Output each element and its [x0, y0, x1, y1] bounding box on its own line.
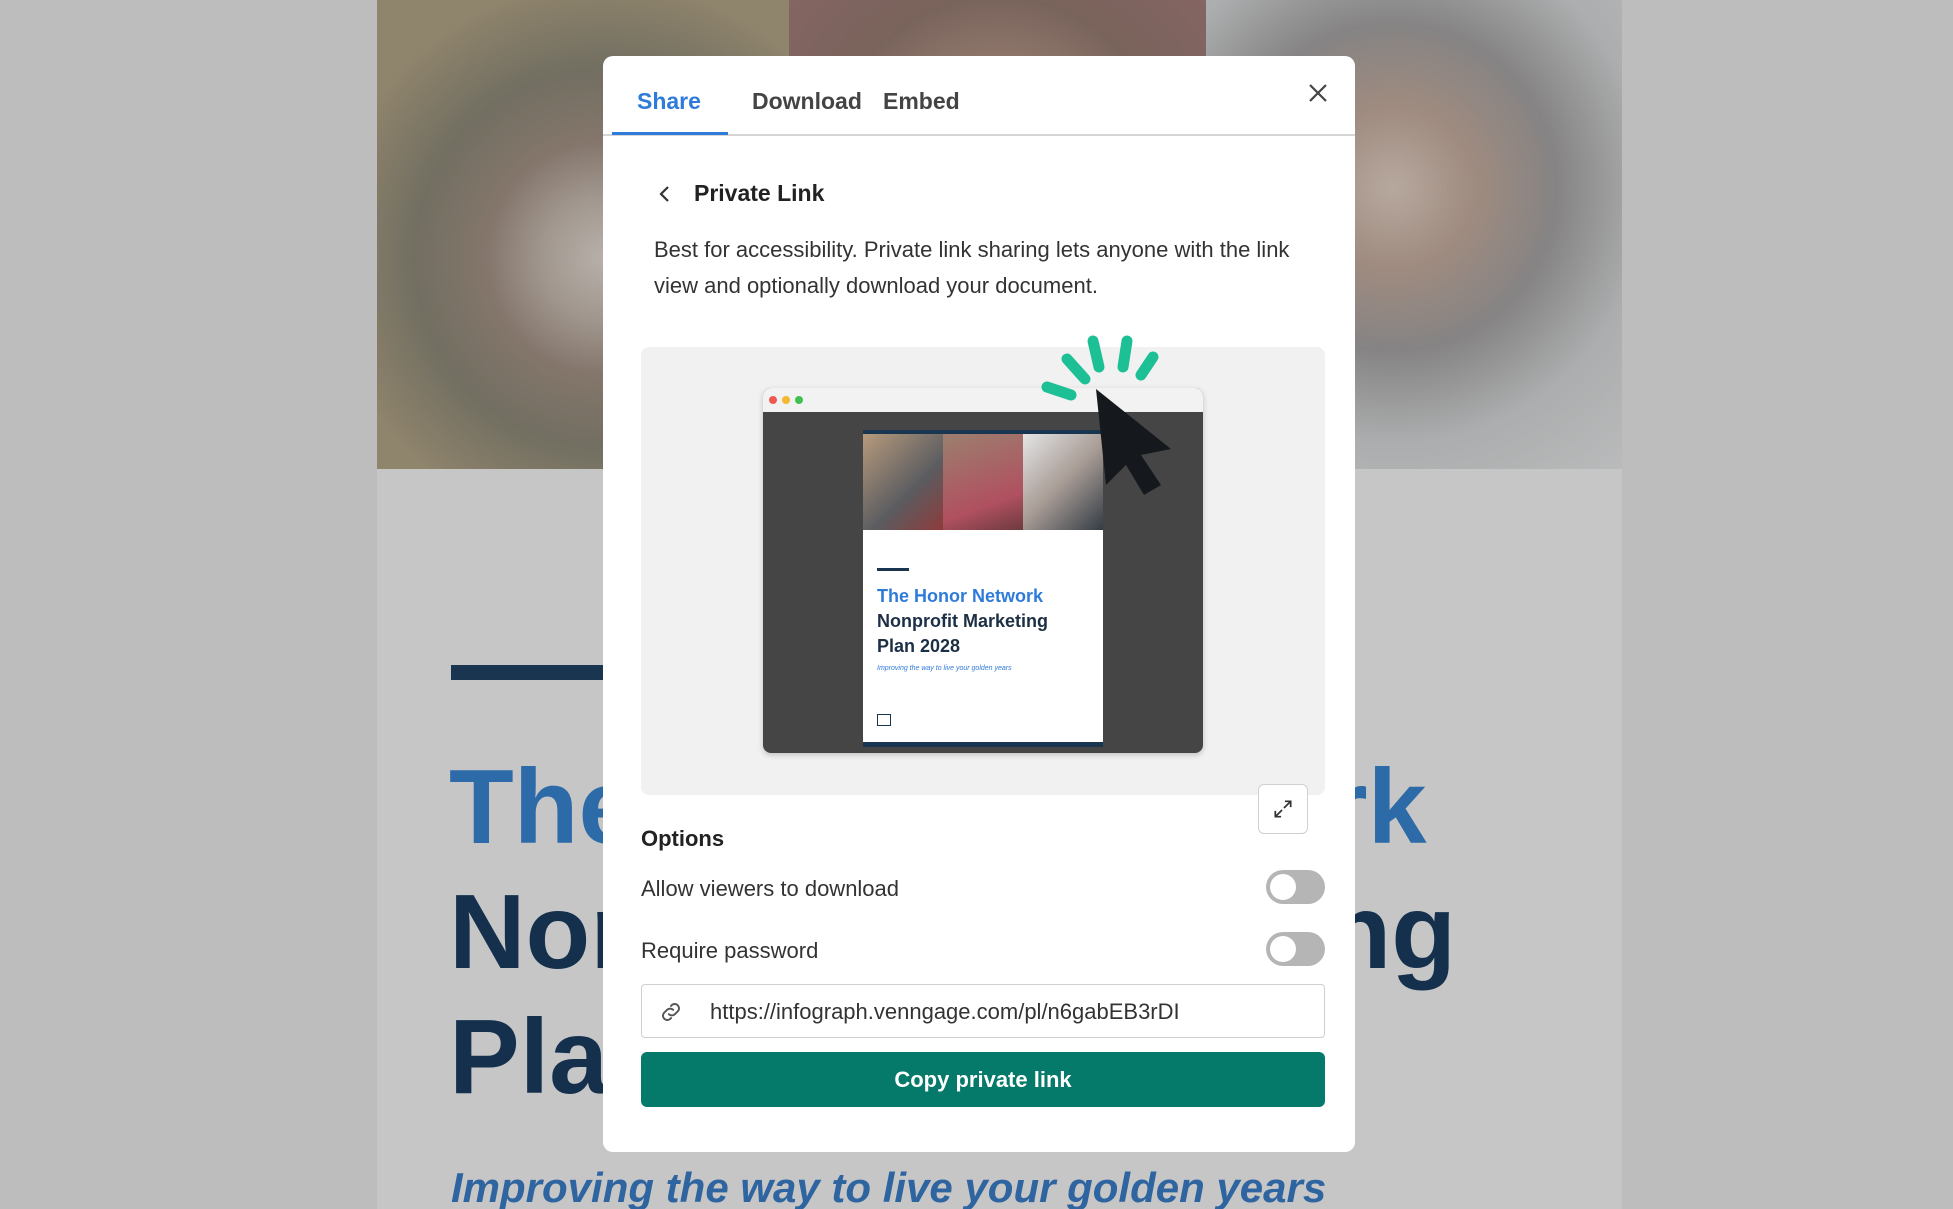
expand-arrows-icon	[1274, 800, 1292, 818]
link-icon	[662, 1003, 680, 1021]
thumb-photo	[943, 434, 1023, 530]
private-link-field[interactable]: https://infograph.venngage.com/pl/n6gabE…	[641, 984, 1325, 1038]
doc-subtitle: Improving the way to live your golden ye…	[451, 1164, 1327, 1209]
require-password-toggle[interactable]	[1266, 932, 1325, 966]
cursor-click-icon	[1041, 335, 1171, 495]
option-require-password: Require password	[641, 932, 1325, 968]
description: Best for accessibility. Private link sha…	[654, 237, 1290, 298]
page-title: Private Link	[694, 180, 825, 206]
private-link-url: https://infograph.venngage.com/pl/n6gabE…	[710, 999, 1180, 1024]
copy-private-link-button[interactable]: Copy private link	[641, 1052, 1325, 1107]
option-allow-download: Allow viewers to download	[641, 870, 1325, 906]
allow-download-toggle[interactable]	[1266, 870, 1325, 904]
tab-embed[interactable]: Embed	[883, 88, 960, 115]
chevron-left-icon[interactable]	[653, 182, 677, 206]
tab-bar: Share Download Embed	[603, 56, 1355, 136]
active-tab-indicator	[612, 132, 728, 135]
options-heading: Options	[641, 826, 725, 851]
tab-share[interactable]: Share	[637, 88, 701, 115]
logo-icon	[877, 714, 891, 726]
close-icon[interactable]	[1303, 78, 1333, 108]
window-dot-red	[769, 396, 777, 404]
thumb-photo	[863, 434, 943, 530]
tab-download[interactable]: Download	[752, 88, 862, 115]
share-modal: Share Download Embed Private Link Best f…	[603, 56, 1355, 1152]
document-preview: The Honor Network Nonprofit Marketing Pl…	[641, 335, 1325, 834]
window-dot-yellow	[782, 396, 790, 404]
thumb-subtitle: Improving the way to live your golden ye…	[877, 665, 1012, 672]
expand-button[interactable]	[1258, 784, 1308, 834]
window-dot-green	[795, 396, 803, 404]
thumb-title: The Honor Network Nonprofit Marketing Pl…	[877, 586, 1048, 656]
